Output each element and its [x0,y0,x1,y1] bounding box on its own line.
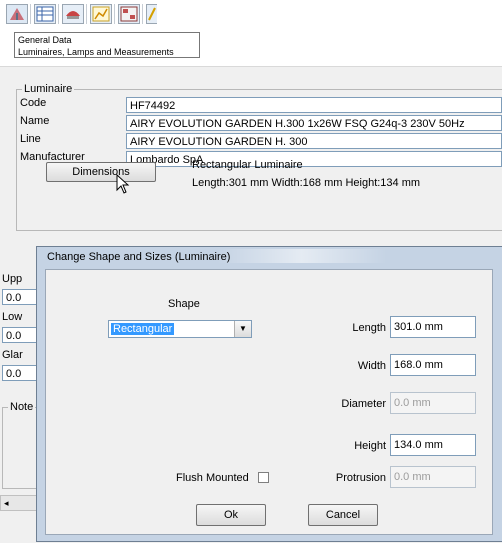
notes-group-title: Note [8,401,36,413]
chevron-down-icon[interactable]: ▼ [234,321,251,337]
diameter-label: Diameter [341,398,386,410]
code-label: Code [20,97,47,109]
protrusion-label: Protrusion [335,472,386,484]
width-label: Width [357,360,386,372]
shape-sizes-dialog: Change Shape and Sizes (Luminaire) Shape… [36,246,502,542]
ok-button[interactable]: Ok [196,504,266,526]
tooltip-description: Luminaires, Lamps and Measurements [18,47,174,57]
chart-icon[interactable] [90,4,112,24]
name-field[interactable]: AIRY EVOLUTION GARDEN H.300 1x26W FSQ G2… [126,115,502,131]
shape-select[interactable]: Rectangular ▼ [108,320,252,338]
toolbar-separator [58,4,59,24]
lamp-icon[interactable] [62,4,84,24]
diameter-field[interactable]: 0.0 mm [390,392,476,414]
flush-mounted-label: Flush Mounted [176,472,249,484]
title-bar-glow [217,249,387,263]
shape-select-value: Rectangular [111,323,175,335]
line-label: Line [20,133,41,145]
width-field[interactable]: 168.0 mm [390,354,476,376]
code-field[interactable]: HF74492 [126,97,502,113]
toolbar-separator [30,4,31,24]
toolbar-separator [86,4,87,24]
dialog-content: Shape Rectangular ▼ Length 301.0 mm Widt… [45,269,493,535]
luminaire-group-title: Luminaire [22,83,75,95]
size-description: Length:301 mm Width:168 mm Height:134 mm [192,177,421,189]
length-label: Length [352,322,386,334]
name-label: Name [20,115,50,127]
dialog-title: Change Shape and Sizes (Luminaire) [47,251,231,263]
dimensions-button[interactable]: Dimensions [46,162,156,182]
toolbar-separator [142,4,143,24]
upper-label: Upp [2,273,23,285]
length-field[interactable]: 301.0 mm [390,316,476,338]
tooltip-title: General Data [18,35,72,45]
tooltip: General Data Luminaires, Lamps and Measu… [14,32,200,58]
shape-label: Shape [168,298,200,310]
height-field[interactable]: 134.0 mm [390,434,476,456]
manufacturer-field[interactable]: Lombardo SpA [126,151,502,167]
general-data-icon[interactable] [6,4,28,24]
grid-icon[interactable] [118,4,140,24]
cancel-button[interactable]: Cancel [308,504,378,526]
lower-label: Low [2,311,23,323]
line-field[interactable]: AIRY EVOLUTION GARDEN H. 300 [126,133,502,149]
toolbar: General Data Luminaires, Lamps and Measu… [0,0,210,66]
toolbar-separator [114,4,115,24]
glare-label: Glar [2,349,23,361]
shape-description: Rectangular Luminaire [192,159,303,171]
mouse-cursor-icon [116,173,130,197]
protrusion-field[interactable]: 0.0 mm [390,466,476,488]
horizontal-scrollbar[interactable]: ◂ [0,495,40,511]
height-label: Height [354,440,386,452]
table-icon[interactable] [34,4,56,24]
flush-mounted-checkbox[interactable] [258,472,269,483]
extra-icon[interactable] [146,4,157,24]
